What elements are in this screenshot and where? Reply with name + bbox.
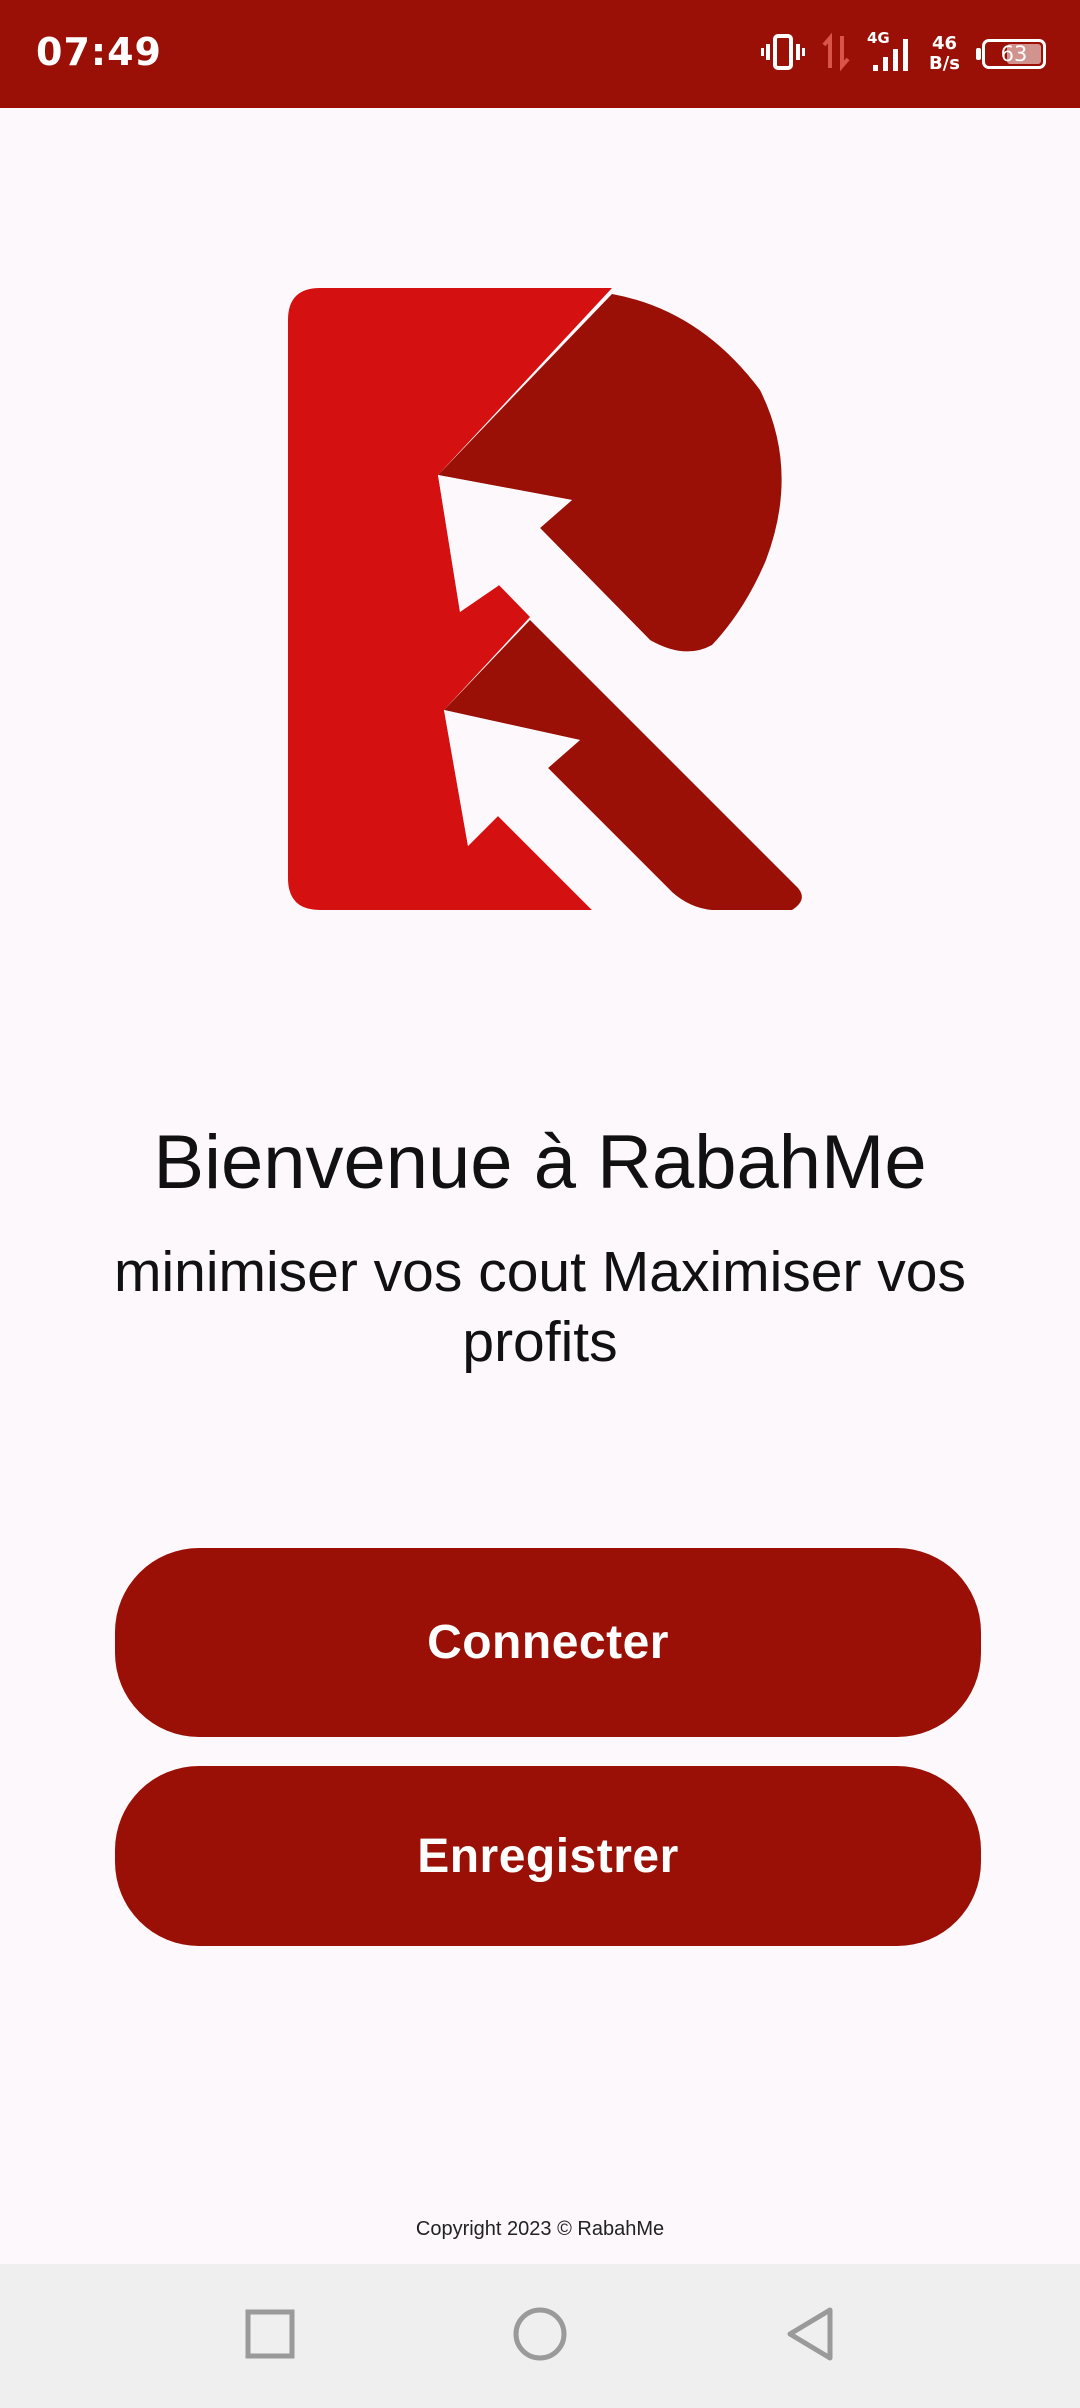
net-speed: 46 B/s — [929, 34, 960, 74]
battery-level: 63 — [1000, 42, 1028, 66]
welcome-title: Bienvenue à RabahMe — [153, 1120, 927, 1205]
connect-button[interactable]: Connecter — [115, 1548, 981, 1737]
recents-square-icon[interactable] — [230, 2294, 310, 2374]
register-button-label: Enregistrer — [417, 1829, 679, 1883]
copyright-text: Copyright 2023 © RabahMe — [415, 2218, 665, 2240]
net-speed-value: 46 — [931, 33, 958, 54]
net-speed-unit: B/s — [928, 53, 960, 74]
tagline: minimiser vos cout Maximiser vos profits — [114, 1240, 966, 1374]
register-button[interactable]: Enregistrer — [115, 1766, 981, 1946]
status-icons: 4G 46 B/s 63 — [760, 26, 1046, 82]
back-triangle-icon[interactable] — [770, 2294, 850, 2374]
status-time: 07:49 — [36, 30, 162, 74]
rabahme-logo — [286, 288, 806, 912]
vibrate-icon — [760, 32, 805, 77]
status-bar: 07:49 4G 46 B/s 63 — [0, 0, 1080, 108]
connect-button-label: Connecter — [427, 1616, 669, 1669]
home-circle-icon[interactable] — [500, 2294, 580, 2374]
system-nav-bar — [0, 2264, 1080, 2408]
svg-text:4G: 4G — [867, 29, 890, 47]
signal-4g-icon: 4G — [867, 29, 913, 80]
battery-icon: 63 — [976, 39, 1046, 69]
data-transfer-icon — [821, 32, 851, 77]
